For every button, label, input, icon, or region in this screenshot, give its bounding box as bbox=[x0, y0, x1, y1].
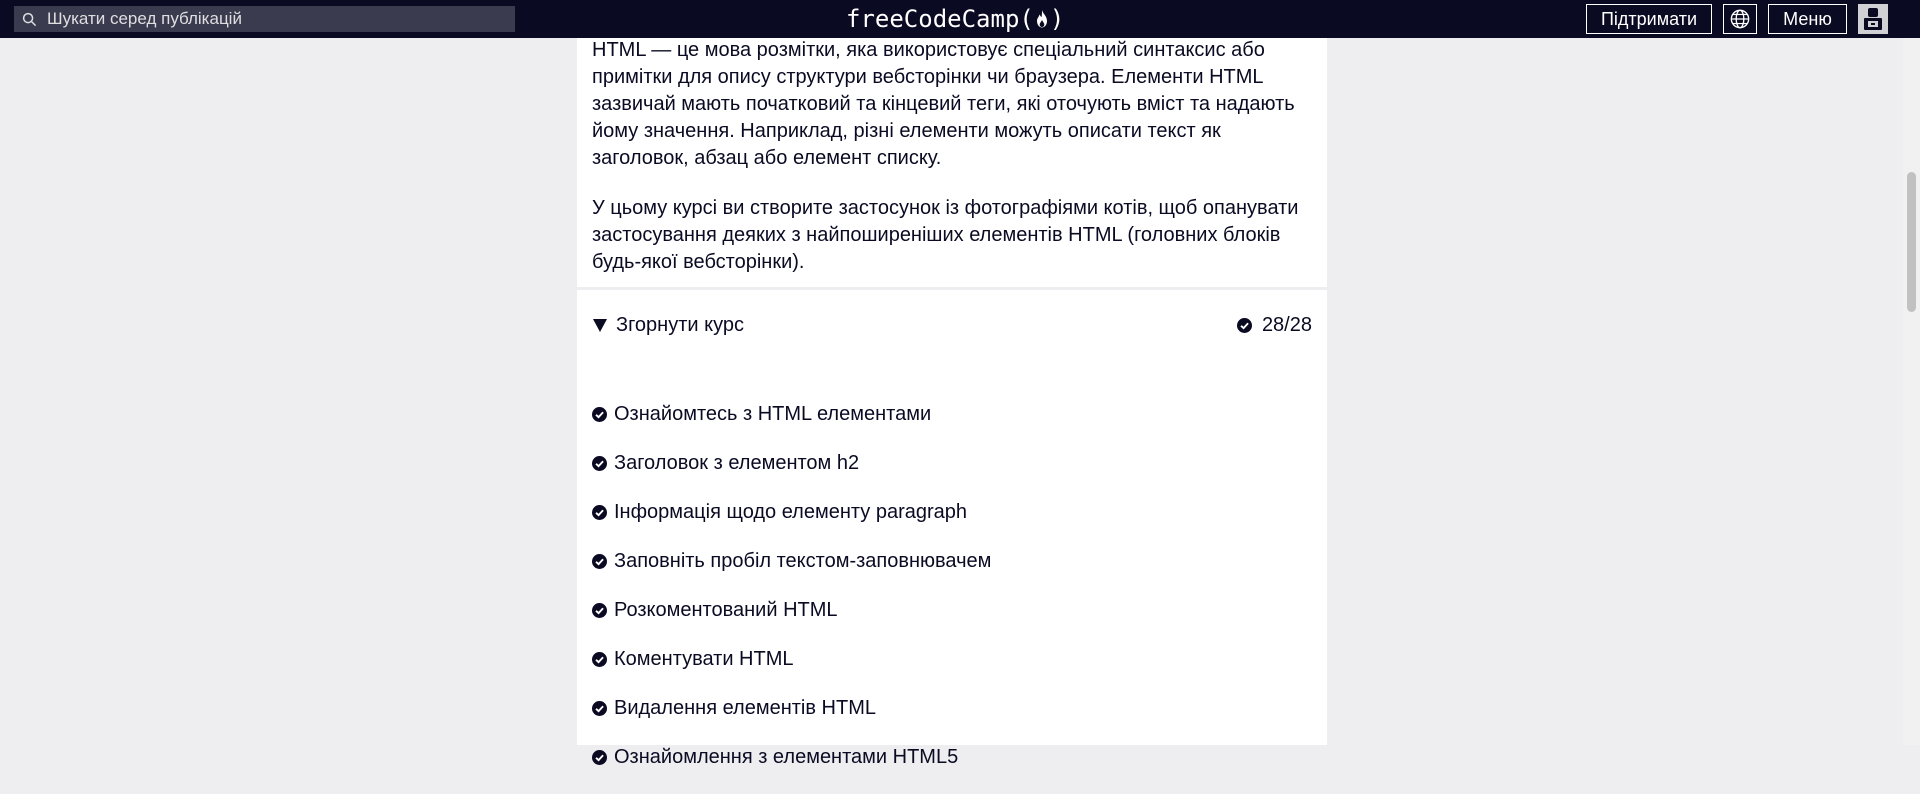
menu-button[interactable]: Меню bbox=[1768, 4, 1847, 34]
step-link[interactable]: Інформація щодо елементу paragraph bbox=[614, 500, 967, 524]
check-circle-icon bbox=[592, 701, 607, 716]
avatar[interactable] bbox=[1858, 4, 1888, 34]
logo-text-right: ) bbox=[1049, 5, 1065, 33]
course-panel: HTML — це мова розмітки, яка використову… bbox=[577, 38, 1327, 768]
triangle-down-icon bbox=[593, 318, 607, 332]
logo-text-left: freeCodeCamp( bbox=[846, 5, 1034, 33]
collapse-course-toggle[interactable]: Згорнути курс 28/28 bbox=[592, 310, 1312, 340]
check-circle-icon bbox=[592, 603, 607, 618]
check-circle-icon bbox=[592, 750, 607, 765]
check-circle-icon bbox=[592, 456, 607, 471]
step-link[interactable]: Заповніть пробіл текстом-заповнювачем bbox=[614, 549, 991, 573]
list-item[interactable]: Заголовок з елементом h2 bbox=[592, 451, 1312, 500]
course-intro: HTML — це мова розмітки, яка використову… bbox=[592, 38, 1312, 298]
check-circle-icon bbox=[592, 554, 607, 569]
freecodecamp-logo[interactable]: freeCodeCamp( ) bbox=[846, 4, 1064, 34]
course-steps-list: Ознайомтесь з HTML елементами Заголовок … bbox=[592, 402, 1312, 794]
step-link[interactable]: Розкоментований HTML bbox=[614, 598, 838, 622]
step-link[interactable]: Ознайомлення з елементами HTML5 bbox=[614, 745, 958, 769]
list-item[interactable]: Ознайомтесь з HTML елементами bbox=[592, 402, 1312, 451]
language-button[interactable] bbox=[1723, 4, 1757, 34]
step-link[interactable]: Видалення елементів HTML bbox=[614, 696, 876, 720]
flame-icon bbox=[1035, 9, 1049, 29]
check-circle-icon bbox=[1236, 317, 1252, 333]
progress-count: 28/28 bbox=[1261, 313, 1312, 336]
search-icon bbox=[22, 12, 37, 26]
list-item[interactable]: Коментувати HTML bbox=[592, 647, 1312, 696]
collapse-course-label: Згорнути курс bbox=[616, 313, 744, 336]
list-item[interactable]: Видалення елементів HTML bbox=[592, 696, 1312, 745]
page-scrollbar[interactable] bbox=[1903, 38, 1920, 745]
search-input[interactable] bbox=[47, 9, 487, 29]
check-circle-icon bbox=[592, 652, 607, 667]
divider bbox=[577, 287, 1327, 290]
intro-paragraph: У цьому курсі ви створите застосунок із … bbox=[592, 197, 1299, 273]
list-item[interactable]: Розкоментований HTML bbox=[592, 598, 1312, 647]
top-navbar: freeCodeCamp( ) Підтримати Меню bbox=[0, 0, 1920, 38]
list-item[interactable]: Заповніть пробіл текстом-заповнювачем bbox=[592, 549, 1312, 598]
scrollbar-thumb[interactable] bbox=[1907, 172, 1916, 312]
intro-paragraph: HTML — це мова розмітки, яка використову… bbox=[592, 39, 1295, 169]
globe-icon bbox=[1730, 9, 1750, 29]
check-circle-icon bbox=[592, 505, 607, 520]
step-link[interactable]: Заголовок з елементом h2 bbox=[614, 451, 859, 475]
course-progress: 28/28 bbox=[1236, 310, 1312, 340]
check-circle-icon bbox=[592, 407, 607, 422]
step-link[interactable]: Коментувати HTML bbox=[614, 647, 794, 671]
search-bar[interactable] bbox=[14, 6, 515, 32]
donate-button[interactable]: Підтримати bbox=[1586, 4, 1712, 34]
list-item[interactable]: Ознайомлення з елементами HTML5 bbox=[592, 745, 1312, 794]
step-link[interactable]: Ознайомтесь з HTML елементами bbox=[614, 402, 931, 426]
avatar-icon bbox=[1864, 8, 1882, 30]
list-item[interactable]: Інформація щодо елементу paragraph bbox=[592, 500, 1312, 549]
